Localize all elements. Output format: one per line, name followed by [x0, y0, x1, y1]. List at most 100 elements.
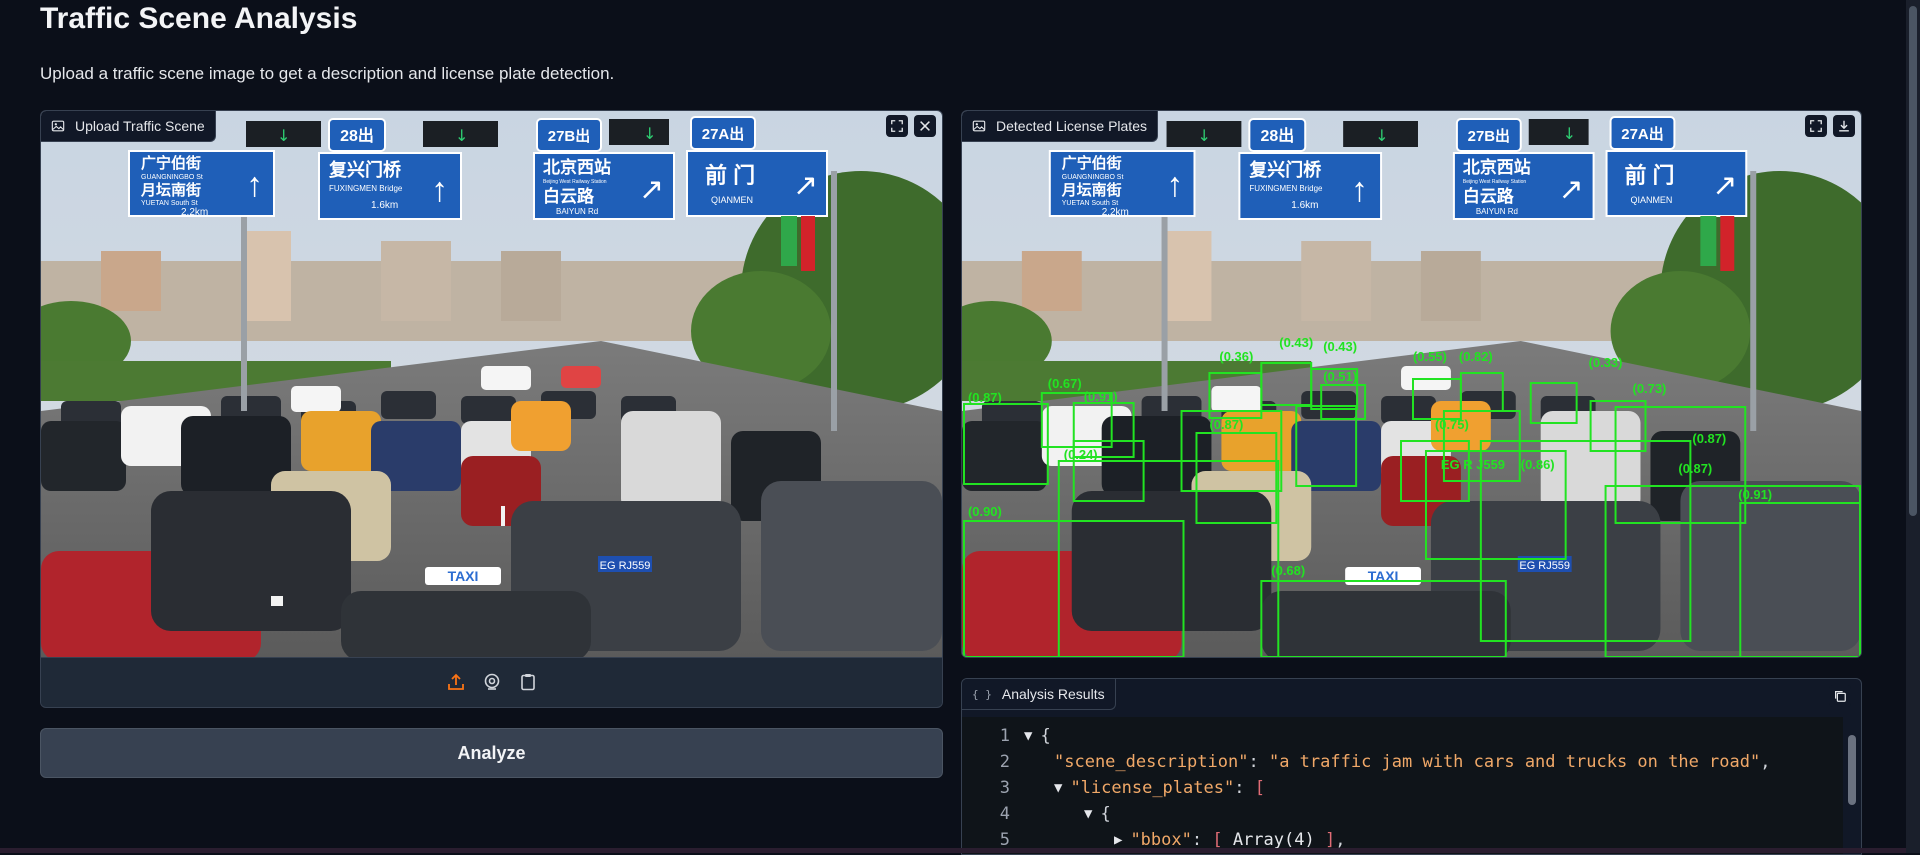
sign-1-en: GUANGNINGBO St [141, 174, 203, 181]
route-badge-1: 28出 [340, 126, 374, 145]
download-icon [1839, 120, 1849, 132]
sign-3-arrow: ↗ [1559, 173, 1584, 206]
upload-panel-label: Upload Traffic Scene [41, 111, 216, 142]
detection-label-4: (0.36) [1219, 349, 1253, 364]
upload-source-button[interactable] [445, 671, 467, 693]
detected-traffic-image: TAXI EG RJ559 广宁伯街 GUANGNINGBO St 月坛南街 Y… [962, 111, 1861, 657]
upload-panel-title: Upload Traffic Scene [75, 118, 205, 134]
analyze-button[interactable]: Analyze [40, 728, 943, 778]
code-line: 2 "scene_description": "a traffic jam wi… [999, 752, 1771, 772]
sign-2-cn: 复兴门桥 [328, 159, 402, 180]
detection-label-12: (0.87) [1692, 431, 1726, 446]
copy-icon [1835, 691, 1846, 702]
detected-panel-label: Detected License Plates [962, 111, 1158, 142]
image-icon [51, 120, 65, 132]
webcam-source-button[interactable] [481, 671, 503, 693]
svg-text:↓: ↓ [643, 124, 656, 143]
page-title: Traffic Scene Analysis [40, 2, 358, 35]
sign-1-cn2: 月坛南街 [1061, 181, 1122, 199]
detection-label-2: (0.67) [1048, 376, 1082, 391]
clipboard-source-button[interactable] [517, 671, 539, 693]
upload-icon [447, 673, 464, 690]
svg-text:↓: ↓ [277, 126, 290, 145]
sign-1-cn: 广宁伯街 [1062, 154, 1122, 172]
webcam-icon [484, 673, 499, 690]
fullscreen-button[interactable] [886, 115, 908, 137]
detection-label-19: (0.90) [968, 504, 1002, 519]
sign-3-en: Beijing West Railway Station [543, 179, 607, 185]
sign-4-arrow: ↗ [793, 169, 818, 202]
detection-label-15: (0.75) [1435, 417, 1469, 432]
route-badge-3: 27A出 [702, 125, 745, 143]
fullscreen-icon [1810, 120, 1822, 132]
sign-1-en2: YUETAN South St [141, 200, 198, 207]
route-badge-2: 27B出 [548, 127, 591, 145]
sign-4-arrow: ↗ [1712, 169, 1737, 202]
page-scrollbar[interactable] [1906, 0, 1920, 853]
sign-1-en2: YUETAN South St [1062, 200, 1119, 207]
collapse-toggle-icon[interactable]: ▼ [1024, 728, 1032, 744]
analysis-results-label: { } Analysis Results [962, 679, 1116, 710]
detection-label-6: (0.43) [1323, 339, 1357, 354]
upload-panel[interactable]: Upload Traffic Scene TAXI EG RJ559 广宁伯街 … [40, 110, 943, 708]
clear-image-button[interactable] [914, 115, 936, 137]
sign-1-arrow: ↑ [246, 166, 263, 204]
download-button[interactable] [1833, 115, 1855, 137]
sign-2-cn: 复兴门桥 [1248, 159, 1321, 180]
sign-1-arrow: ↑ [1167, 166, 1184, 204]
detection-label-5: (0.43) [1279, 335, 1313, 350]
sign-3-cn2: 白云路 [1463, 186, 1515, 206]
uploaded-traffic-image: TAXI EG RJ559 广宁伯街 GUANGNINGBO St 月坛南街 Y… [41, 111, 942, 657]
detection-label-8: (0.55) [1413, 349, 1447, 364]
detection-label-13: (0.24) [1064, 447, 1098, 462]
detection-label-10: (0.33) [1589, 355, 1623, 370]
sign-2-en: FUXINGMEN Bridge [329, 184, 403, 193]
sign-4-cn: 前 门 [1625, 163, 1675, 188]
route-badge-3: 27A出 [1621, 125, 1663, 143]
license-plate-text: EG RJ559 [600, 560, 651, 572]
sign-1-cn: 广宁伯街 [141, 154, 201, 172]
collapse-toggle-icon[interactable]: ▼ [1054, 780, 1062, 796]
sign-3-en: Beijing West Railway Station [1463, 179, 1527, 185]
expand-toggle-icon[interactable]: ▶ [1114, 832, 1122, 848]
sign-2-en: FUXINGMEN Bridge [1249, 184, 1323, 193]
image-icon [972, 120, 986, 132]
detection-label-1: (0.87) [968, 390, 1002, 405]
sign-1-dist: 2.2km [1102, 207, 1129, 218]
close-icon [920, 121, 930, 131]
svg-text:↓: ↓ [1375, 126, 1388, 145]
detection-label-11: (0.73) [1633, 381, 1667, 396]
sign-4-en: QIANMEN [1631, 195, 1673, 205]
image-source-bar [41, 657, 942, 706]
json-viewer[interactable]: 1 ▼ { 2 "scene_description": "a traffic … [962, 717, 1843, 854]
sign-4-en: QIANMEN [711, 195, 753, 205]
detection-label-18: (0.91) [1738, 487, 1772, 502]
page-description: Upload a traffic scene image to get a de… [40, 64, 615, 83]
sign-4-cn: 前 门 [705, 163, 755, 188]
fullscreen-icon [891, 120, 903, 132]
detection-label-20: (0.68) [1271, 563, 1305, 578]
collapse-toggle-icon[interactable]: ▼ [1084, 806, 1092, 822]
sign-2-arrow: ↑ [431, 171, 448, 209]
detection-label-9: (0.82) [1459, 349, 1493, 364]
sign-3-arrow: ↗ [639, 173, 664, 206]
output-fullscreen-button[interactable] [1805, 115, 1827, 137]
bottom-strip [0, 848, 1906, 853]
sign-1-cn2: 月坛南街 [140, 181, 201, 199]
json-scrollbar[interactable] [1845, 717, 1859, 854]
detected-plates-panel: Detected License Plates TAXI EG RJ559 广宁… [961, 110, 1862, 658]
analysis-results-panel: { } Analysis Results 1 ▼ { 2 "scene_desc… [961, 678, 1862, 855]
route-badge-2: 27B出 [1468, 127, 1510, 145]
license-plate-text: EG RJ559 [1519, 560, 1570, 572]
sign-1-en: GUANGNINGBO St [1062, 174, 1124, 181]
detection-label-7: (0.51) [1323, 369, 1357, 384]
code-line: 1 ▼ { [999, 726, 1051, 746]
json-icon: { } [972, 687, 992, 701]
route-badge-1: 28出 [1260, 126, 1294, 145]
detected-panel-title: Detected License Plates [996, 118, 1147, 134]
detection-label-17: (0.87) [1678, 461, 1712, 476]
copy-json-button[interactable] [1829, 685, 1851, 707]
taxi-sign-text: TAXI [448, 568, 479, 584]
sign-3-en2: BAIYUN Rd [556, 207, 598, 216]
sign-1-dist: 2.2km [181, 207, 208, 218]
